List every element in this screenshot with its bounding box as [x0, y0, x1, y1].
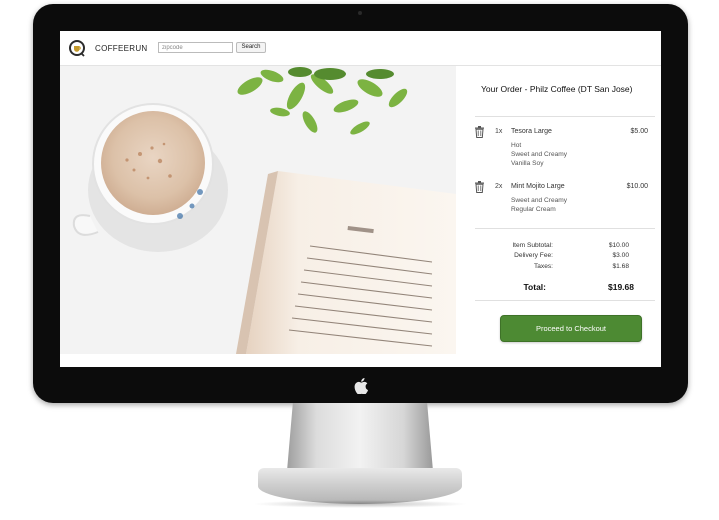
monitor-stand-neck	[287, 403, 433, 471]
zipcode-input[interactable]	[158, 42, 233, 53]
monitor-stand-base	[258, 468, 462, 504]
screen: COFFEERUN Search	[60, 31, 661, 367]
item-option: Sweet and Creamy	[511, 151, 568, 158]
trash-icon[interactable]	[474, 126, 485, 138]
subtotal-value: $10.00	[608, 242, 629, 249]
taxes-label: Taxes:	[533, 263, 553, 270]
item-quantity: 1x	[495, 128, 503, 135]
trash-icon[interactable]	[474, 181, 485, 193]
order-line-item: 2x Mint Mojito Large $10.00 Sweet and Cr…	[474, 181, 654, 225]
taxes-value: $1.68	[612, 263, 629, 270]
total-value: $19.68	[608, 282, 634, 292]
item-option: Vanilla Soy	[511, 160, 544, 167]
order-line-item: 1x Tesora Large $5.00 Hot Sweet and Crea…	[474, 126, 654, 170]
order-panel: Your Order - Philz Coffee (DT San Jose) …	[456, 66, 661, 367]
item-name: Mint Mojito Large	[511, 183, 565, 190]
search-button[interactable]: Search	[236, 42, 266, 53]
divider	[475, 300, 655, 301]
item-option: Sweet and Creamy	[511, 197, 568, 204]
item-name: Tesora Large	[511, 128, 552, 135]
item-price: $5.00	[630, 128, 648, 135]
order-title: Your Order - Philz Coffee (DT San Jose)	[481, 84, 633, 94]
stand-shadow	[252, 500, 468, 508]
item-quantity: 2x	[495, 183, 503, 190]
monitor-bezel: COFFEERUN Search	[33, 4, 688, 403]
item-option: Regular Cream	[511, 206, 556, 213]
apple-logo-icon	[354, 378, 368, 394]
item-price: $10.00	[626, 183, 648, 190]
proceed-to-checkout-button[interactable]: Proceed to Checkout	[500, 315, 642, 342]
divider	[475, 228, 655, 229]
item-option: Hot	[511, 142, 522, 149]
webcam	[358, 11, 362, 15]
total-label: Total:	[523, 282, 546, 292]
delivery-fee-value: $3.00	[612, 252, 629, 259]
divider	[475, 116, 655, 117]
app-header: COFFEERUN Search	[60, 31, 661, 66]
hero-photo	[60, 66, 456, 354]
brand-name[interactable]: COFFEERUN	[95, 44, 147, 53]
coffee-cup-logo-icon[interactable]	[68, 39, 86, 57]
delivery-fee-label: Delivery Fee:	[514, 252, 553, 259]
subtotal-label: Item Subtotal:	[512, 242, 553, 249]
